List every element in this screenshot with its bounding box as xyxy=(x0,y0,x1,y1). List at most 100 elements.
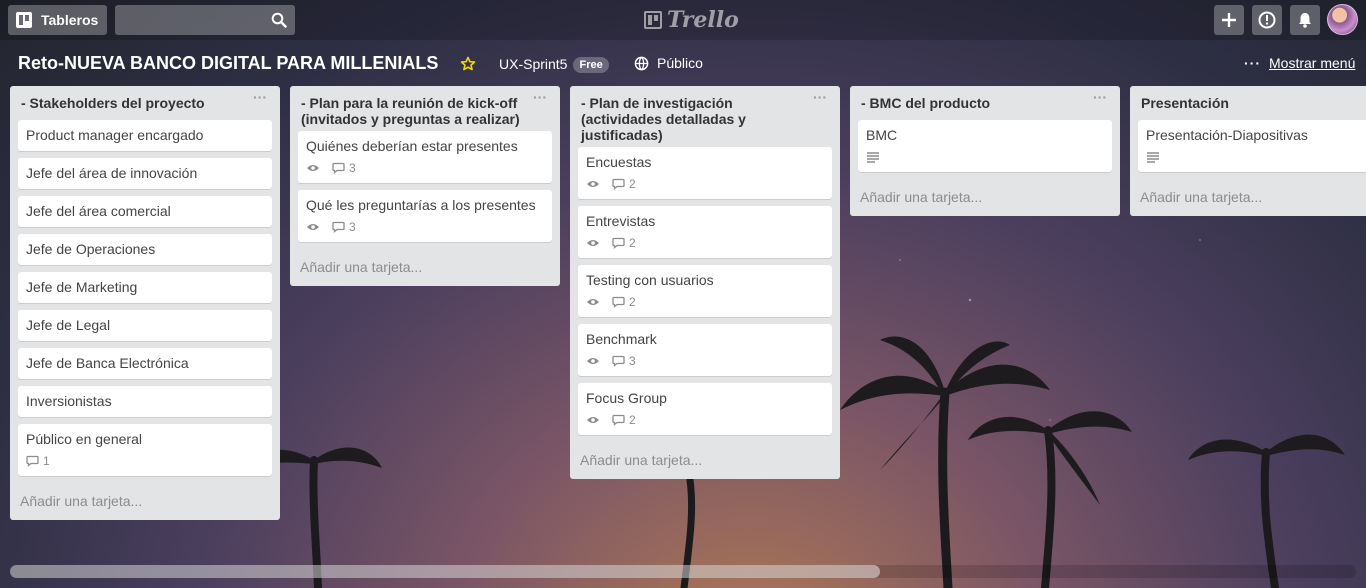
list-menu-icon[interactable]: ··· xyxy=(1092,90,1108,108)
card[interactable]: Jefe de Banca Electrónica xyxy=(18,348,272,379)
list-header[interactable]: - Plan para la reunión de kick-off (invi… xyxy=(298,86,552,127)
list-header[interactable]: - Plan de investigación (actividades det… xyxy=(578,86,832,143)
watch-badge xyxy=(586,415,600,425)
watch-badge xyxy=(586,356,600,366)
search-icon[interactable] xyxy=(271,12,287,28)
boards-button[interactable]: Tableros xyxy=(8,5,107,35)
comments-count: 2 xyxy=(629,176,636,191)
card[interactable]: Entrevistas 2 xyxy=(578,206,832,258)
card-badges: 2 xyxy=(586,234,824,252)
card-badges: 3 xyxy=(306,159,544,177)
search-input[interactable] xyxy=(115,5,265,35)
add-card-button[interactable]: Añadir una tarjeta... xyxy=(858,179,1112,208)
card-title: Product manager encargado xyxy=(26,127,204,143)
card[interactable]: Focus Group 2 xyxy=(578,383,832,435)
add-card-button[interactable]: Añadir una tarjeta... xyxy=(18,483,272,512)
card-title: BMC xyxy=(866,127,898,143)
list-title[interactable]: - Plan para la reunión de kick-off (invi… xyxy=(301,95,520,127)
card-title: Focus Group xyxy=(586,390,667,406)
trello-logo[interactable]: Trello xyxy=(644,6,739,34)
card[interactable]: Jefe del área de innovación xyxy=(18,158,272,189)
card-title: Benchmark xyxy=(586,331,657,347)
list-title[interactable]: - Plan de investigación (actividades det… xyxy=(581,95,746,143)
list-header[interactable]: - Stakeholders del proyecto ··· xyxy=(18,86,272,116)
card-list: Quiénes deberían estar presentes 3 Qué l… xyxy=(298,131,552,242)
card-title: Quiénes deberían estar presentes xyxy=(306,138,518,154)
plus-icon xyxy=(1222,13,1236,27)
list-bmc[interactable]: - BMC del producto ··· BMC Añadir una ta… xyxy=(850,86,1120,216)
avatar[interactable] xyxy=(1327,4,1358,35)
card-list: Encuestas 2 Entrevistas 2 Testing con us… xyxy=(578,147,832,435)
list-header[interactable]: Presentación xyxy=(1138,86,1366,116)
card[interactable]: Jefe de Operaciones xyxy=(18,234,272,265)
plan-badge: Free xyxy=(573,57,609,73)
team-name: UX-Sprint5 xyxy=(499,56,568,72)
list-menu-icon[interactable]: ··· xyxy=(812,90,828,108)
add-card-button[interactable]: Añadir una tarjeta... xyxy=(578,442,832,471)
boards-label: Tableros xyxy=(41,12,99,28)
eye-icon xyxy=(307,165,319,171)
card-title: Jefe de Banca Electrónica xyxy=(26,355,189,371)
card[interactable]: BMC xyxy=(858,120,1112,172)
card-title: Presentación-Diapositivas xyxy=(1146,127,1308,143)
comments-badge: 2 xyxy=(612,234,636,253)
show-menu-label: Mostrar menú xyxy=(1269,55,1356,71)
visibility-button[interactable]: Público xyxy=(634,55,703,71)
comment-icon xyxy=(332,162,345,174)
watch-badge xyxy=(306,222,320,232)
scrollbar-thumb[interactable] xyxy=(10,565,880,578)
card-title: Jefe de Marketing xyxy=(26,279,138,295)
card[interactable]: Inversionistas xyxy=(18,386,272,417)
watch-badge xyxy=(586,297,600,307)
board-title[interactable]: Reto-NUEVA BANCO DIGITAL PARA MILLENIALS xyxy=(18,53,438,74)
comments-badge: 3 xyxy=(612,352,636,371)
boards-icon xyxy=(16,12,32,28)
list-header[interactable]: - BMC del producto ··· xyxy=(858,86,1112,116)
notifications-button[interactable] xyxy=(1290,5,1320,35)
star-icon[interactable] xyxy=(460,56,476,72)
card-list: Presentación-Diapositivas xyxy=(1138,120,1366,172)
list-presentation[interactable]: Presentación Presentación-Diapositivas A… xyxy=(1130,86,1366,216)
card[interactable]: Presentación-Diapositivas xyxy=(1138,120,1366,172)
card[interactable]: Quiénes deberían estar presentes 3 xyxy=(298,131,552,183)
show-menu-button[interactable]: ··· Mostrar menú xyxy=(1244,55,1355,71)
list-menu-icon[interactable]: ··· xyxy=(252,90,268,108)
list-menu-icon[interactable]: ··· xyxy=(532,90,548,108)
info-button[interactable] xyxy=(1252,5,1282,35)
card[interactable]: Jefe de Marketing xyxy=(18,272,272,303)
bell-icon xyxy=(1299,13,1311,28)
add-card-button[interactable]: Añadir una tarjeta... xyxy=(1138,179,1366,208)
card[interactable]: Público en general 1 xyxy=(18,424,272,476)
card-badges xyxy=(866,148,1104,166)
comments-badge: 3 xyxy=(332,159,356,178)
card[interactable]: Jefe de Legal xyxy=(18,310,272,341)
card[interactable]: Jefe del área comercial xyxy=(18,196,272,227)
team-link[interactable]: UX-Sprint5 Free xyxy=(499,55,609,73)
add-button[interactable] xyxy=(1214,5,1244,35)
list-title[interactable]: - Stakeholders del proyecto xyxy=(21,95,205,111)
card[interactable]: Qué les preguntarías a los presentes 3 xyxy=(298,190,552,242)
comments-count: 3 xyxy=(349,219,356,234)
card[interactable]: Product manager encargado xyxy=(18,120,272,151)
card[interactable]: Encuestas 2 xyxy=(578,147,832,199)
list-title[interactable]: Presentación xyxy=(1141,95,1229,111)
card[interactable]: Benchmark 3 xyxy=(578,324,832,376)
trello-logo-icon xyxy=(644,11,662,29)
card-title: Entrevistas xyxy=(586,213,656,229)
list-title[interactable]: - BMC del producto xyxy=(861,95,990,111)
description-icon xyxy=(1147,152,1159,163)
card-title: Jefe de Legal xyxy=(26,317,111,333)
card-title: Jefe del área de innovación xyxy=(26,165,198,181)
card-badges: 3 xyxy=(586,352,824,370)
add-card-button[interactable]: Añadir una tarjeta... xyxy=(298,249,552,278)
card-badges: 2 xyxy=(586,411,824,429)
comments-badge: 1 xyxy=(26,452,50,471)
comment-icon xyxy=(332,221,345,233)
search-box[interactable] xyxy=(115,5,295,35)
card[interactable]: Testing con usuarios 2 xyxy=(578,265,832,317)
comment-icon xyxy=(612,296,625,308)
list-research-plan[interactable]: - Plan de investigación (actividades det… xyxy=(570,86,840,479)
list-kickoff-plan[interactable]: - Plan para la reunión de kick-off (invi… xyxy=(290,86,560,286)
comments-count: 1 xyxy=(43,453,50,468)
list-stakeholders[interactable]: - Stakeholders del proyecto ··· Product … xyxy=(10,86,280,520)
